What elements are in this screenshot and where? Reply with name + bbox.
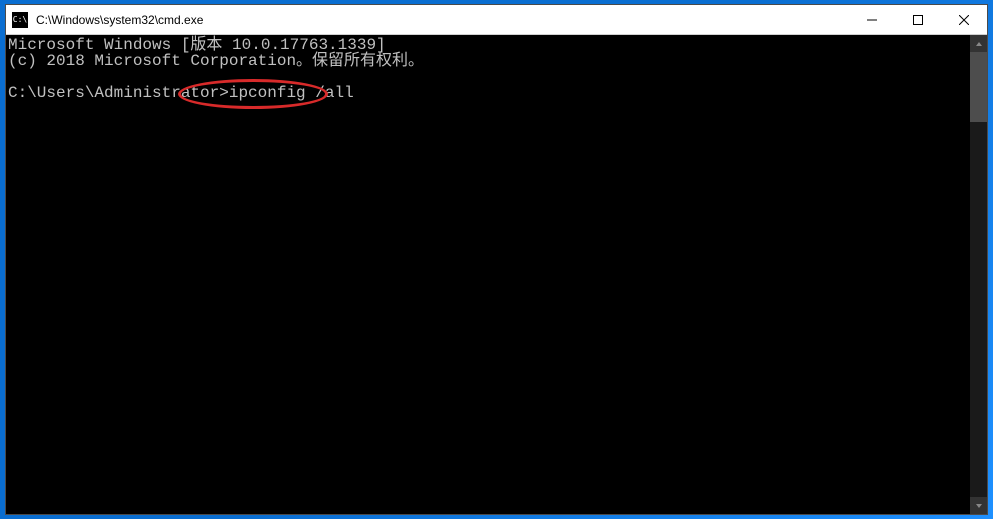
cmd-window: C:\ C:\Windows\system32\cmd.exe Microsof… — [5, 4, 988, 515]
console-line: (c) 2018 Microsoft Corporation。保留所有权利。 — [8, 52, 424, 70]
scroll-down-button[interactable] — [970, 497, 987, 514]
vertical-scrollbar[interactable] — [970, 35, 987, 514]
console-output[interactable]: Microsoft Windows [版本 10.0.17763.1339] (… — [6, 35, 970, 514]
minimize-icon — [867, 15, 877, 25]
prompt: C:\Users\Administrator> — [8, 84, 229, 102]
chevron-down-icon — [975, 502, 983, 510]
close-button[interactable] — [941, 5, 987, 34]
chevron-up-icon — [975, 40, 983, 48]
window-title: C:\Windows\system32\cmd.exe — [36, 13, 849, 27]
command-text: ipconfig /all — [229, 84, 354, 102]
console-area: Microsoft Windows [版本 10.0.17763.1339] (… — [6, 35, 987, 514]
scrollbar-thumb[interactable] — [970, 52, 987, 122]
maximize-button[interactable] — [895, 5, 941, 34]
cmd-icon: C:\ — [12, 12, 28, 28]
scroll-up-button[interactable] — [970, 35, 987, 52]
window-controls — [849, 5, 987, 34]
maximize-icon — [913, 15, 923, 25]
close-icon — [959, 15, 969, 25]
titlebar[interactable]: C:\ C:\Windows\system32\cmd.exe — [6, 5, 987, 35]
scrollbar-track[interactable] — [970, 52, 987, 497]
minimize-button[interactable] — [849, 5, 895, 34]
